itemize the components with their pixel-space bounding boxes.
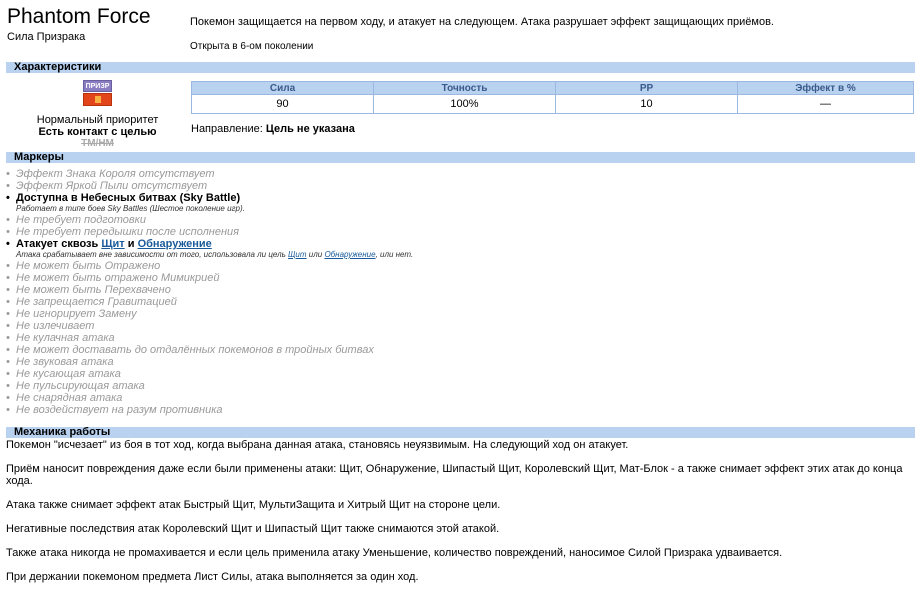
marker-item: • Эффект Яркой Пыли отсутствует bbox=[6, 180, 208, 192]
marker-label: Не запрещается Гравитацией bbox=[16, 296, 177, 308]
marker-item: • Не пульсирующая атака bbox=[6, 380, 145, 392]
stats-header-pp: PP bbox=[555, 81, 738, 95]
generation-note: Открыта в 6-ом поколении bbox=[190, 41, 314, 52]
direction: Направление: Цель не указана bbox=[191, 123, 355, 135]
section-markers: Маркеры bbox=[6, 152, 915, 163]
section-markers-label: Маркеры bbox=[14, 151, 64, 163]
marker-label: Не кулачная атака bbox=[16, 332, 115, 344]
marker-label: Эффект Знака Короля отсутствует bbox=[16, 168, 215, 180]
stats-value-row: 90 100% 10 — bbox=[191, 94, 914, 114]
marker-label: Не кусающая атака bbox=[16, 368, 121, 380]
stats-header-power: Сила bbox=[191, 81, 374, 95]
marker-label: Не излечивает bbox=[16, 320, 95, 332]
stats-header-row: Сила Точность PP Эффект в % bbox=[191, 81, 914, 95]
move-description: Покемон защищается на первом ходу, и ата… bbox=[190, 16, 774, 28]
marker-item-active: • Доступна в Небесных битвах (Sky Battle) bbox=[6, 192, 241, 204]
stats-table: Сила Точность PP Эффект в % 90 100% 10 — bbox=[191, 81, 914, 114]
marker-item: • Не игнорирует Замену bbox=[6, 308, 137, 320]
marker-item: • Не излечивает bbox=[6, 320, 95, 332]
note-text: Атака срабатывает вне зависимости от тог… bbox=[16, 250, 286, 259]
marker-label: Не может доставать до отдалённых покемон… bbox=[16, 344, 374, 356]
marker-label: Эффект Яркой Пыли отсутствует bbox=[16, 180, 208, 192]
priority-text: Нормальный приоритет bbox=[36, 114, 159, 126]
marker-item: • Не звуковая атака bbox=[6, 356, 114, 368]
marker-item: • Не запрещается Гравитацией bbox=[6, 296, 177, 308]
marker-note: Работает в типе боев Sky Battles (Шестое… bbox=[16, 204, 245, 213]
marker-label: Не может быть отражено Мимикрией bbox=[16, 272, 220, 284]
note-text: , или нет. bbox=[375, 250, 414, 259]
tm-hm-text: TM/HM bbox=[81, 138, 114, 149]
stats-value-effect: — bbox=[737, 94, 914, 114]
move-title: Phantom Force bbox=[7, 5, 151, 28]
section-mechanics: Механика работы bbox=[6, 427, 915, 438]
stats-value-pp: 10 bbox=[555, 94, 738, 114]
marker-label: Не требует подготовки bbox=[16, 214, 146, 226]
marker-label: Не воздействует на разум противника bbox=[16, 404, 223, 416]
marker-label: Не снарядная атака bbox=[16, 392, 123, 404]
type-badge bbox=[83, 93, 112, 106]
mechanics-paragraph: Покемон "исчезает" из боя в тот ход, ког… bbox=[6, 439, 629, 451]
move-subtitle: Сила Призрака bbox=[7, 31, 86, 43]
marker-item: • Не воздействует на разум противника bbox=[6, 404, 223, 416]
section-characteristics-label: Характеристики bbox=[14, 61, 102, 73]
marker-note: Атака срабатывает вне зависимости от тог… bbox=[6, 250, 906, 260]
stats-header-accuracy: Точность bbox=[373, 81, 556, 95]
marker-label: Не может быть Перехвачено bbox=[16, 284, 171, 296]
contact-text: Есть контакт с целью bbox=[38, 126, 157, 138]
link-detect[interactable]: Обнаружение bbox=[138, 238, 212, 250]
marker-item: • Не может быть Перехвачено bbox=[6, 284, 171, 296]
marker-item: • Не требует подготовки bbox=[6, 214, 146, 226]
stats-header-effect: Эффект в % bbox=[737, 81, 914, 95]
marker-negative-list: • Не может быть Отражено • Не может быть от… bbox=[6, 260, 906, 416]
category-badge: ПРИЗР bbox=[83, 80, 112, 92]
marker-label: Атакует сквозь bbox=[16, 238, 99, 250]
marker-item: • Не может доставать до отдалённых покемо… bbox=[6, 344, 374, 356]
note-text: или bbox=[308, 250, 323, 259]
marker-label: Не требует передышки после исполнения bbox=[16, 226, 240, 238]
link-detect-note[interactable]: Обнаружение bbox=[324, 250, 375, 259]
marker-label: Не пульсирующая атака bbox=[16, 380, 145, 392]
mechanics-paragraph: Также атака никогда не промахивается и е… bbox=[6, 547, 783, 559]
mechanics-paragraph: Атака также снимает эффект атак Быстрый … bbox=[6, 499, 501, 511]
marker-item: • Не кусающая атака bbox=[6, 368, 121, 380]
link-protect-note[interactable]: Щит bbox=[288, 250, 307, 259]
direction-label: Направление: bbox=[191, 123, 263, 135]
link-protect[interactable]: Щит bbox=[101, 238, 124, 250]
mechanics-text: Покемон "исчезает" из боя в тот ход, ког… bbox=[6, 439, 906, 595]
type-icon bbox=[95, 96, 101, 103]
marker-item-active: • Атакует сквозь Щит и Обнаружение bbox=[6, 238, 212, 250]
mechanics-paragraph: Приём наносит повреждения даже если были… bbox=[6, 463, 903, 487]
marker-label: Не игнорирует Замену bbox=[16, 308, 137, 320]
direction-value: Цель не указана bbox=[265, 123, 355, 135]
marker-item: • Не кулачная атака bbox=[6, 332, 115, 344]
section-characteristics: Характеристики bbox=[6, 62, 915, 73]
marker-item: • Не может быть Отражено bbox=[6, 260, 161, 272]
stats-value-accuracy: 100% bbox=[373, 94, 556, 114]
stats-value-power: 90 bbox=[191, 94, 374, 114]
marker-label: Не звуковая атака bbox=[16, 356, 114, 368]
marker-item: • Эффект Знака Короля отсутствует bbox=[6, 168, 215, 180]
marker-item: • Не может быть отражено Мимикрией bbox=[6, 272, 220, 284]
markers-list: • Эффект Знака Короля отсутствует • Эффект… bbox=[6, 168, 906, 416]
section-mechanics-label: Механика работы bbox=[14, 426, 111, 438]
marker-label: Не может быть Отражено bbox=[16, 260, 161, 272]
mechanics-paragraph: При держании покемоном предмета Лист Сил… bbox=[6, 571, 419, 583]
marker-item: • Не снарядная атака bbox=[6, 392, 123, 404]
marker-item: • Не требует передышки после исполнения bbox=[6, 226, 240, 238]
marker-label: Доступна в Небесных битвах (Sky Battle) bbox=[16, 192, 241, 204]
marker-conj: и bbox=[127, 238, 135, 250]
mechanics-paragraph: Негативные последствия атак Королевский … bbox=[6, 523, 500, 535]
